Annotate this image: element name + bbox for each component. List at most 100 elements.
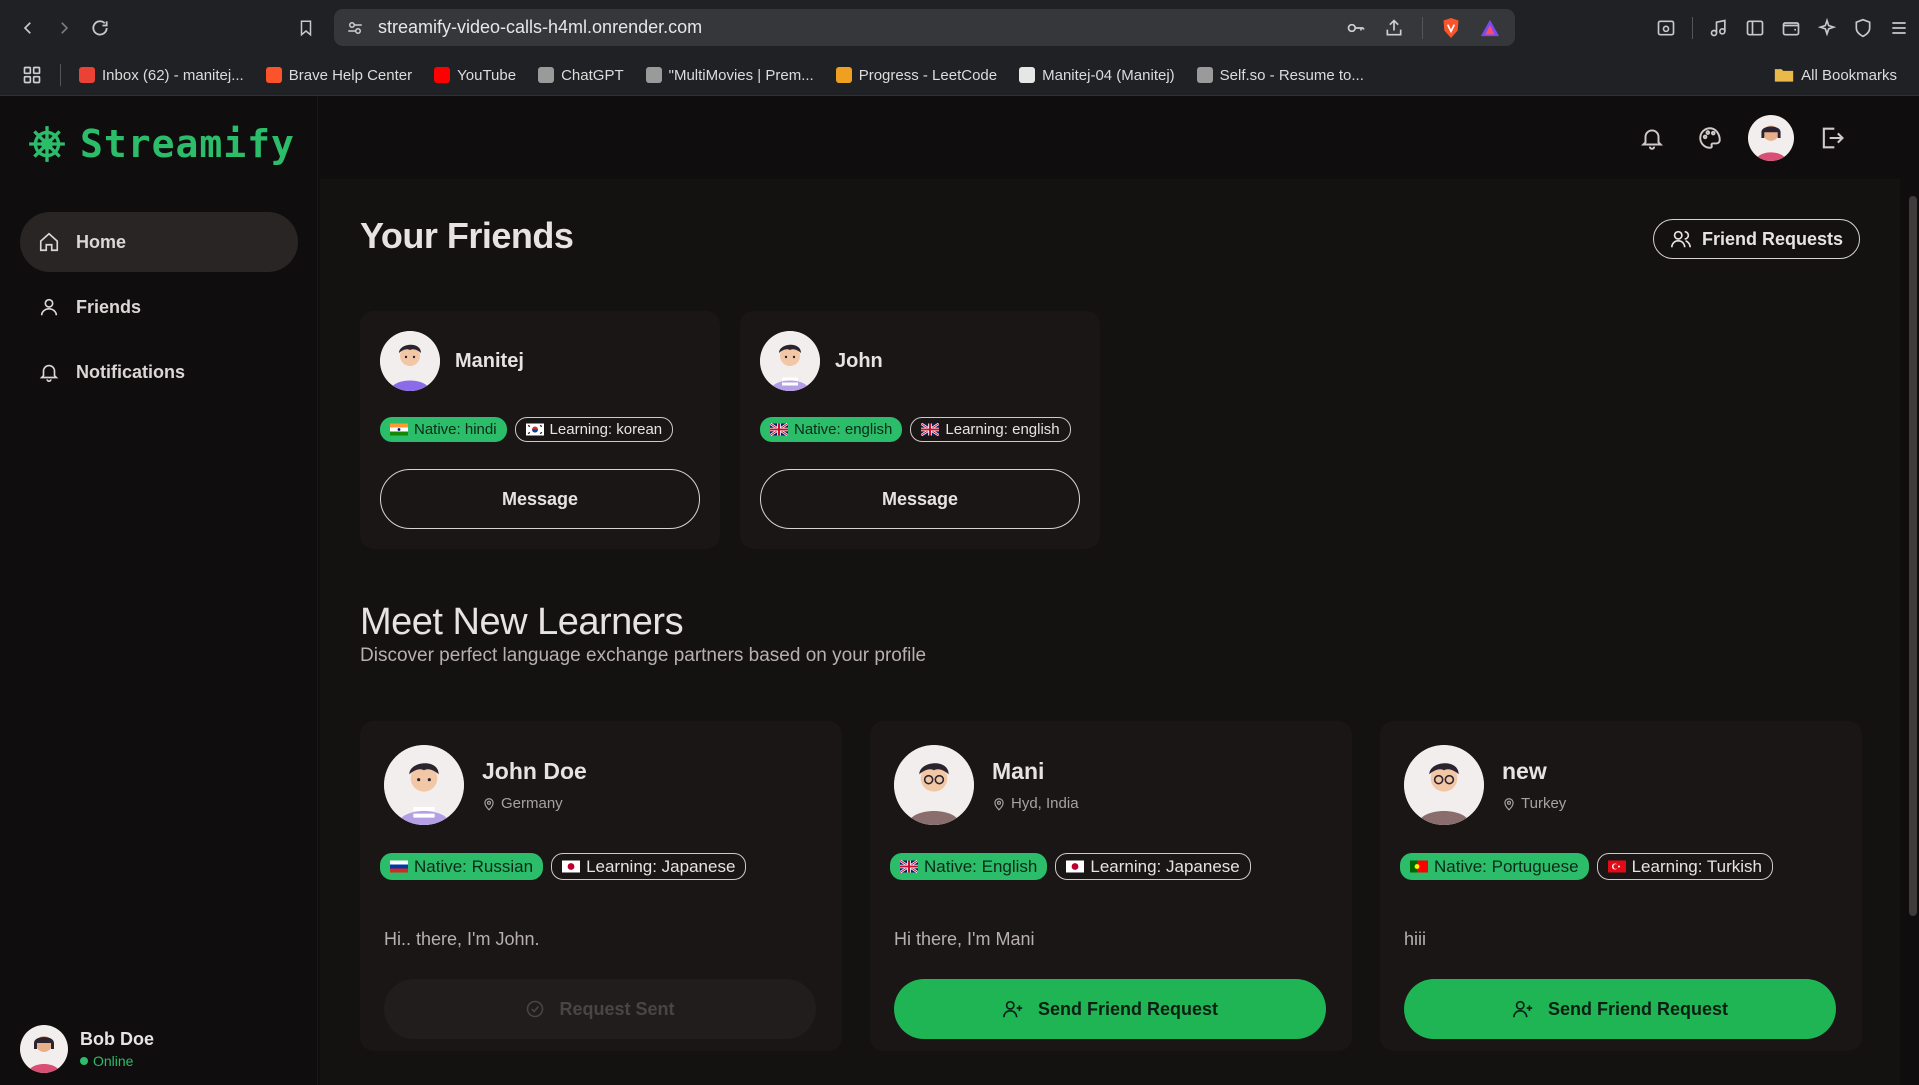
- learner-card: John Doe Germany Native: Russian Learning: …: [360, 721, 842, 1051]
- bookmark-label: Progress - LeetCode: [858, 66, 998, 84]
- profile-avatar[interactable]: [1748, 114, 1794, 161]
- media-icon[interactable]: [1709, 18, 1729, 38]
- user-icon: [38, 296, 60, 318]
- bookmark-favicon-icon: [538, 67, 555, 83]
- native-language-badge: Native: english: [760, 417, 903, 442]
- learners-title: Meet New Learners: [360, 601, 684, 643]
- brave-shield-icon[interactable]: [1441, 17, 1461, 39]
- learning-language-badge: Learning: Turkish: [1596, 853, 1773, 880]
- bookmark-favicon-icon: [1196, 67, 1213, 83]
- sidebar-item-notifications[interactable]: Notifications: [20, 342, 298, 402]
- share-icon[interactable]: [1384, 18, 1404, 38]
- learning-language-badge: Learning: Japanese: [551, 853, 747, 880]
- forward-icon[interactable]: [46, 10, 82, 46]
- learner-card: new Turkey Native: Portuguese Learning: Tur…: [1380, 721, 1862, 1051]
- url-text: streamify-video-calls-h4ml.onrender.com: [378, 17, 703, 37]
- learner-name: Mani: [992, 758, 1045, 784]
- reload-icon[interactable]: [82, 10, 118, 46]
- learning-language-badge: Learning: Japanese: [1055, 853, 1251, 880]
- avatar: [1404, 745, 1484, 825]
- vpn-icon[interactable]: [1853, 18, 1873, 38]
- native-language-badge: Native: hindi: [380, 417, 507, 442]
- bookmark-item[interactable]: Progress - LeetCode: [835, 66, 998, 84]
- send-friend-request-button[interactable]: Send Friend Request: [894, 979, 1326, 1039]
- back-icon[interactable]: [10, 10, 46, 46]
- learner-location: Germany: [482, 795, 587, 812]
- apps-grid-icon[interactable]: [22, 65, 42, 85]
- logout-icon[interactable]: [1812, 118, 1852, 158]
- brave-rewards-icon[interactable]: [1479, 18, 1501, 38]
- app-logo[interactable]: Streamify: [26, 122, 295, 166]
- bookmark-item[interactable]: "MultiMovies | Prem...: [645, 67, 814, 84]
- bookmarks-bar: Inbox (62) - manitej... Brave Help Center…: [0, 55, 1919, 96]
- message-button[interactable]: Message: [380, 469, 700, 529]
- flag-icon: [770, 423, 788, 436]
- current-user[interactable]: Bob Doe Online: [20, 1025, 154, 1073]
- leo-ai-icon[interactable]: [1817, 17, 1837, 38]
- learner-card: Mani Hyd, India Native: English Learning: J…: [870, 721, 1352, 1051]
- avatar: [380, 331, 440, 391]
- bookmark-label: YouTube: [457, 66, 517, 84]
- friend-card: John Native: english Learning: english Mess…: [740, 311, 1100, 549]
- learning-language-badge: Learning: korean: [514, 417, 674, 442]
- palette-icon[interactable]: [1690, 118, 1730, 158]
- sidebar-toggle-icon[interactable]: [1745, 18, 1765, 38]
- site-settings-icon[interactable]: [346, 19, 364, 37]
- bell-icon[interactable]: [1632, 118, 1672, 158]
- learning-language-badge: Learning: english: [910, 417, 1071, 442]
- learner-location: Turkey: [1502, 795, 1566, 812]
- bookmark-item[interactable]: Manitej-04 (Manitej): [1019, 67, 1175, 84]
- bookmark-item[interactable]: ChatGPT: [538, 67, 624, 84]
- sidebar-nav: Home Friends Notifications: [20, 212, 298, 407]
- sidebar: Streamify Home Friends Notifications Bob D…: [0, 96, 318, 1085]
- friend-requests-button[interactable]: Friend Requests: [1652, 219, 1860, 259]
- sidebar-item-home[interactable]: Home: [20, 212, 298, 272]
- learner-name: John Doe: [482, 758, 587, 784]
- tab-search-icon[interactable]: [1656, 18, 1676, 38]
- address-bar[interactable]: streamify-video-calls-h4ml.onrender.com: [334, 9, 1515, 46]
- user-name: Bob Doe: [80, 1029, 154, 1049]
- main-content: Your Friends Friend Requests Manitej Nati…: [320, 179, 1900, 1085]
- page-title: Your Friends: [360, 215, 574, 256]
- bookmark-label: Inbox (62) - manitej...: [102, 66, 244, 84]
- flag-icon: [390, 423, 408, 436]
- top-bar: [318, 96, 1900, 179]
- learner-bio: Hi there, I'm Mani: [894, 929, 1035, 949]
- menu-icon[interactable]: [1889, 18, 1909, 38]
- map-pin-icon: [1504, 797, 1514, 811]
- map-pin-icon: [484, 797, 494, 811]
- bookmark-item[interactable]: Self.so - Resume to...: [1196, 67, 1364, 84]
- bookmark-label: Manitej-04 (Manitej): [1042, 66, 1175, 84]
- learner-location: Hyd, India: [992, 795, 1079, 812]
- key-icon[interactable]: [1346, 18, 1366, 38]
- bookmark-icon[interactable]: [288, 10, 324, 46]
- learners-subtitle: Discover perfect language exchange partn…: [360, 645, 927, 666]
- bookmark-favicon-icon: [434, 67, 451, 83]
- flag-icon: [1607, 860, 1626, 873]
- bookmark-item[interactable]: YouTube: [434, 67, 516, 84]
- bookmark-item[interactable]: Brave Help Center: [265, 67, 412, 84]
- bookmark-favicon-icon: [265, 67, 282, 83]
- sidebar-item-friends[interactable]: Friends: [20, 277, 298, 337]
- all-bookmarks-folder[interactable]: All Bookmarks: [1774, 67, 1897, 84]
- ship-wheel-icon: [29, 126, 65, 162]
- sidebar-item-label: Friends: [76, 296, 142, 317]
- learner-bio: Hi.. there, I'm John.: [384, 929, 540, 949]
- online-dot: [80, 1057, 88, 1065]
- sidebar-item-label: Notifications: [76, 361, 186, 382]
- message-button[interactable]: Message: [760, 469, 1080, 529]
- bookmark-favicon-icon: [835, 67, 852, 83]
- bell-icon: [38, 361, 60, 383]
- wallet-icon[interactable]: [1781, 18, 1801, 38]
- avatar: [20, 1025, 68, 1073]
- flag-icon: [1410, 860, 1428, 873]
- flag-icon: [921, 423, 940, 436]
- scrollbar[interactable]: [1909, 196, 1917, 916]
- send-friend-request-button[interactable]: Send Friend Request: [1404, 979, 1836, 1039]
- friend-name: John: [835, 349, 883, 372]
- users-icon: [1670, 230, 1691, 248]
- sidebar-item-label: Home: [76, 231, 127, 252]
- learner-name: new: [1502, 758, 1547, 784]
- bookmark-item[interactable]: Inbox (62) - manitej...: [79, 67, 244, 84]
- bookmark-label: ChatGPT: [561, 66, 624, 84]
